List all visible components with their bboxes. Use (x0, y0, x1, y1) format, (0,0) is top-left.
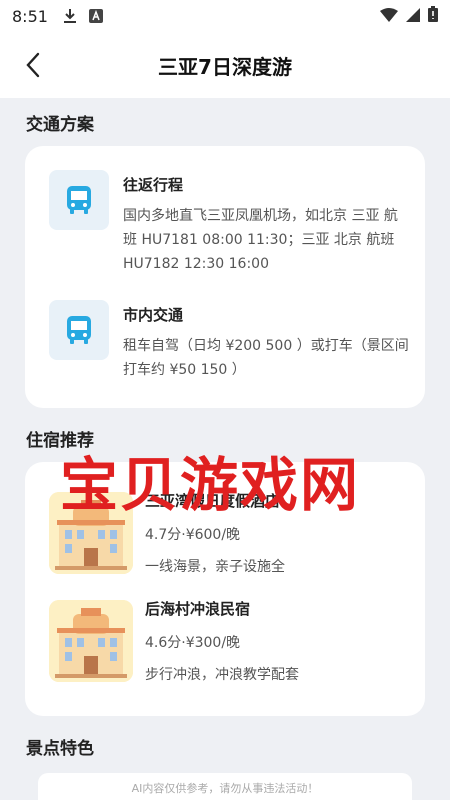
spots-section-title: 景点特色 (26, 739, 94, 759)
hotel-rating-price: 4.6分·¥300/晚 (145, 635, 241, 651)
download-icon (62, 8, 78, 24)
signal-icon (406, 7, 420, 26)
status-bar: 8:51 (0, 0, 450, 32)
transport-item-desc: 租车自驾（日均 ¥200 500 ）或打车（景区间打车约 ¥50 150 ） (123, 338, 409, 378)
transport-item-roundtrip[interactable]: 往返行程 国内多地直飞三亚凤凰机场，如北京 三亚 航班 HU7181 08:00… (49, 170, 409, 280)
transport-item-title: 往返行程 (123, 176, 184, 194)
hotel-image (49, 600, 133, 682)
transport-section-title: 交通方案 (26, 115, 94, 135)
app-notification-icon (88, 8, 104, 24)
hotel-desc: 步行冲浪，冲浪教学配套 (145, 667, 299, 683)
status-time: 8:51 (12, 6, 48, 26)
watermark-text: 宝贝游戏网 (60, 451, 361, 519)
transport-item-title: 市内交通 (123, 306, 184, 324)
wifi-icon (380, 7, 398, 26)
transport-item-desc: 国内多地直飞三亚凤凰机场，如北京 三亚 航班 HU7181 08:00 11:3… (123, 208, 398, 272)
hotel-rating-price: 4.7分·¥600/晚 (145, 527, 241, 543)
transport-card: 往返行程 国内多地直飞三亚凤凰机场，如北京 三亚 航班 HU7181 08:00… (25, 146, 425, 408)
ai-disclaimer: AI内容仅供参考，请勿从事违法活动！ (131, 782, 319, 795)
battery-icon (428, 6, 438, 26)
bus-icon (67, 186, 91, 214)
chevron-left-icon (26, 52, 40, 78)
bus-icon-box (49, 170, 109, 230)
bus-icon (67, 316, 91, 344)
back-button[interactable] (18, 50, 48, 80)
hotel-desc: 一线海景，亲子设施全 (145, 559, 285, 575)
nav-bar: 三亚7日深度游 (0, 32, 450, 98)
transport-item-city[interactable]: 市内交通 租车自驾（日均 ¥200 500 ）或打车（景区间打车约 ¥50 15… (49, 300, 409, 390)
hotel-building-icon (49, 600, 133, 682)
bus-icon-box (49, 300, 109, 360)
hotel-name: 后海村冲浪民宿 (145, 600, 251, 618)
hotel-item[interactable]: 后海村冲浪民宿 4.6分·¥300/晚 步行冲浪，冲浪教学配套 (49, 592, 409, 692)
page-title: 三亚7日深度游 (158, 54, 292, 79)
